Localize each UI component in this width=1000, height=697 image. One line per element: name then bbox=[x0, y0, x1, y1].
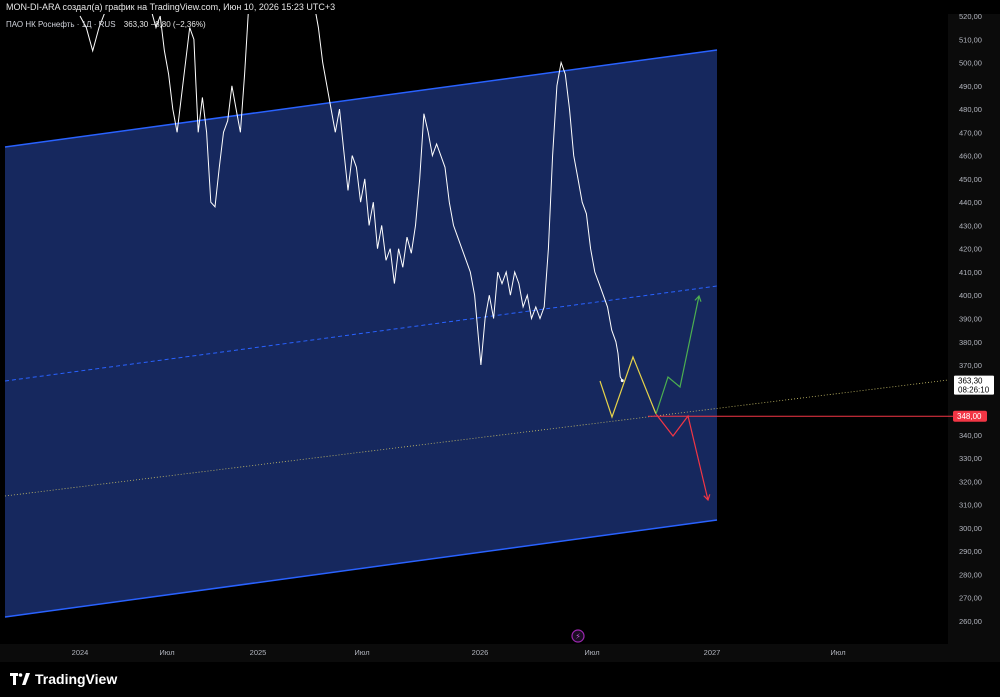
y-tick-label: 390,00 bbox=[959, 315, 982, 324]
x-tick-label: Июл bbox=[830, 648, 845, 657]
y-tick-label: 400,00 bbox=[959, 291, 982, 300]
y-tick-label: 320,00 bbox=[959, 477, 982, 486]
level-price-label: 348,00 bbox=[957, 412, 982, 421]
y-tick-label: 300,00 bbox=[959, 524, 982, 533]
y-tick-label: 440,00 bbox=[959, 198, 982, 207]
last-price-dot bbox=[620, 379, 624, 383]
y-tick-label: 460,00 bbox=[959, 152, 982, 161]
x-tick-label: Июл bbox=[354, 648, 369, 657]
x-axis-panel[interactable] bbox=[0, 644, 1000, 662]
attribution-bar: MON-DI-ARA создал(а) график на TradingVi… bbox=[0, 0, 1000, 14]
y-tick-label: 380,00 bbox=[959, 338, 982, 347]
y-tick-label: 370,00 bbox=[959, 361, 982, 370]
y-tick-label: 430,00 bbox=[959, 221, 982, 230]
y-tick-label: 310,00 bbox=[959, 501, 982, 510]
y-tick-label: 330,00 bbox=[959, 454, 982, 463]
lightning-icon: ⚡ bbox=[575, 632, 581, 641]
x-tick-label: 2025 bbox=[250, 648, 267, 657]
logo-text: TradingView bbox=[35, 671, 118, 687]
y-tick-label: 470,00 bbox=[959, 128, 982, 137]
y-tick-label: 480,00 bbox=[959, 105, 982, 114]
tradingview-logo-icon bbox=[10, 673, 30, 685]
x-tick-label: 2024 bbox=[72, 648, 89, 657]
tradingview-logo[interactable]: TradingView bbox=[10, 671, 117, 687]
x-tick-label: Июл bbox=[584, 648, 599, 657]
y-tick-label: 510,00 bbox=[959, 35, 982, 44]
y-tick-label: 340,00 bbox=[959, 431, 982, 440]
price-change-info: 363,30 −8,80 (−2,36%) bbox=[124, 20, 206, 29]
y-tick-label: 260,00 bbox=[959, 617, 982, 626]
x-tick-label: 2027 bbox=[704, 648, 721, 657]
x-tick-label: Июл bbox=[159, 648, 174, 657]
symbol-legend[interactable]: ПАО НК Роснефть · 1Д · RUS 363,30 −8,80 … bbox=[6, 20, 206, 29]
y-tick-label: 500,00 bbox=[959, 59, 982, 68]
countdown-label: 08:26:10 bbox=[958, 386, 990, 395]
last-price-label: 363,30 bbox=[958, 377, 983, 386]
y-tick-label: 270,00 bbox=[959, 594, 982, 603]
y-tick-label: 280,00 bbox=[959, 570, 982, 579]
x-tick-label: 2026 bbox=[472, 648, 489, 657]
y-tick-label: 290,00 bbox=[959, 547, 982, 556]
y-tick-label: 490,00 bbox=[959, 82, 982, 91]
y-tick-label: 420,00 bbox=[959, 245, 982, 254]
footer: TradingView bbox=[0, 662, 1000, 697]
y-tick-label: 410,00 bbox=[959, 268, 982, 277]
attribution-text: MON-DI-ARA создал(а) график на TradingVi… bbox=[6, 2, 336, 12]
price-chart[interactable]: 520,00510,00500,00490,00480,00470,00460,… bbox=[0, 0, 1000, 662]
symbol-name[interactable]: ПАО НК Роснефть · 1Д · RUS bbox=[6, 20, 116, 29]
y-tick-label: 450,00 bbox=[959, 175, 982, 184]
